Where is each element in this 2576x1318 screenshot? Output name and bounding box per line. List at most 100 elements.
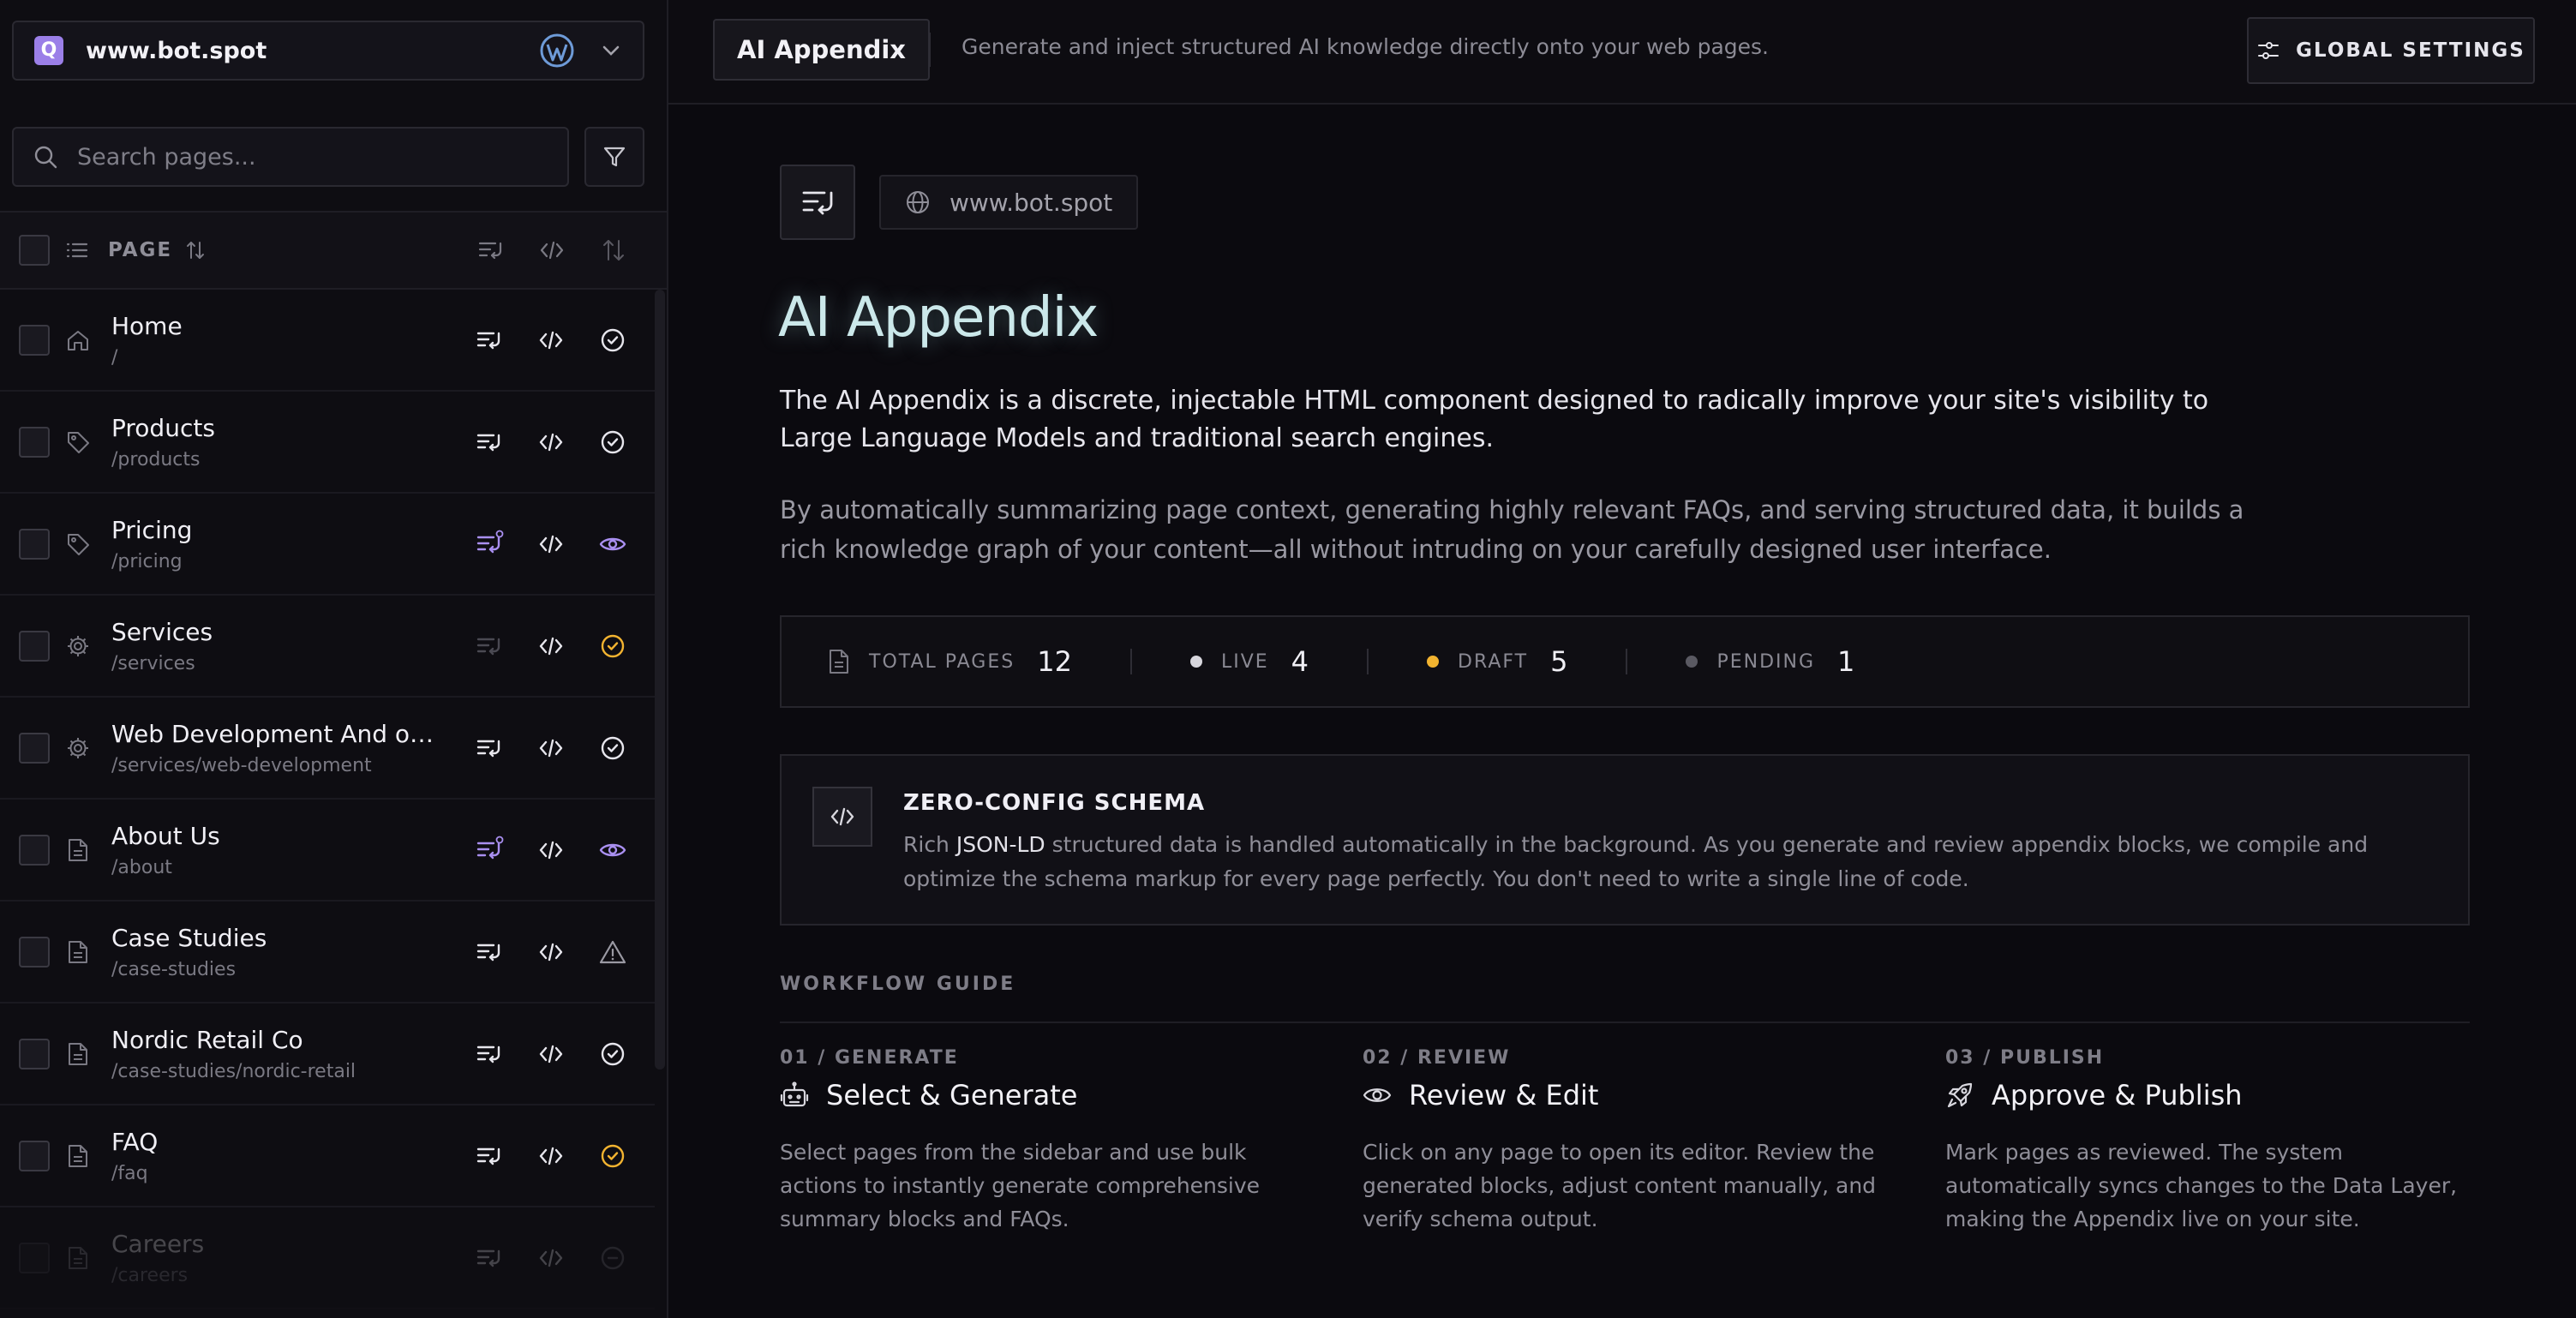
check-circle-icon[interactable] — [598, 428, 627, 457]
stat-total-value: 12 — [1037, 645, 1072, 678]
sidebar: Q www.bot.spot PAGE Home / Products/produc… — [0, 0, 668, 1318]
pending-circle-icon[interactable] — [598, 1243, 627, 1273]
rocket-icon — [1947, 1082, 1973, 1108]
code-icon[interactable] — [536, 326, 566, 355]
schema-body-pre: Rich — [903, 832, 956, 857]
code-icon[interactable] — [536, 938, 566, 967]
json-ld-highlight: JSON-LD — [956, 832, 1045, 857]
page-row-text: Careers/careers — [111, 1230, 437, 1286]
globe-icon — [907, 191, 929, 213]
appendix-icon[interactable] — [475, 530, 504, 559]
domain-badge: www.bot.spot — [879, 175, 1139, 230]
page-row[interactable]: Web Development And othe... /services/web… — [0, 698, 655, 800]
main-content: www.bot.spot AI Appendix The AI Appendix… — [668, 106, 2576, 1318]
sort-icon[interactable] — [184, 239, 207, 261]
page-row-checkbox[interactable] — [19, 1242, 50, 1273]
page-row-path: /case-studies — [111, 958, 237, 980]
page-row-path: /services/web-development — [111, 754, 372, 776]
global-settings-button[interactable]: GLOBAL SETTINGS — [2247, 17, 2535, 84]
code-column-icon[interactable] — [538, 237, 566, 264]
document-icon — [69, 1246, 87, 1269]
check-circle-icon[interactable] — [598, 1039, 627, 1069]
code-icon[interactable] — [536, 734, 566, 763]
stat-draft-label: DRAFT — [1458, 650, 1529, 673]
appendix-hero-icon — [780, 165, 855, 240]
wordpress-icon — [540, 33, 574, 68]
site-logo: Q — [34, 36, 63, 65]
draft-check-icon[interactable] — [598, 632, 627, 661]
page-row-checkbox[interactable] — [19, 426, 50, 458]
filter-button[interactable] — [584, 127, 644, 187]
eye-icon[interactable] — [598, 836, 627, 865]
page-row-checkbox[interactable] — [19, 528, 50, 560]
appendix-icon[interactable] — [475, 938, 504, 967]
appendix-icon[interactable] — [475, 326, 504, 355]
page-row-checkbox[interactable] — [19, 732, 50, 764]
page-row-checkbox[interactable] — [19, 324, 50, 356]
step-number: 03 / PUBLISH — [1945, 1047, 2105, 1069]
page-row-path: /faq — [111, 1162, 148, 1184]
appendix-icon[interactable] — [475, 734, 504, 763]
status-sort-icon[interactable] — [600, 237, 627, 264]
page-row[interactable]: FAQ/faq — [0, 1105, 655, 1207]
appendix-icon[interactable] — [475, 1243, 504, 1273]
draft-check-icon[interactable] — [598, 1141, 627, 1171]
code-icon[interactable] — [536, 632, 566, 661]
workflow-step-generate: 01 / GENERATE Select & Generate Select p… — [780, 1047, 1311, 1236]
appendix-column-icon[interactable] — [476, 237, 504, 264]
list-icon — [66, 243, 88, 258]
page-row-title: Web Development And othe... — [111, 719, 437, 748]
warning-icon[interactable] — [598, 938, 627, 967]
stats-bar: TOTAL PAGES 12 LIVE 4 DRAFT 5 PENDING 1 — [780, 615, 2470, 708]
tag-icon — [68, 533, 89, 555]
tab-ai-appendix[interactable]: AI Appendix — [713, 19, 931, 81]
page-row-checkbox[interactable] — [19, 936, 50, 968]
code-icon[interactable] — [536, 1243, 566, 1273]
page-row-actions — [475, 734, 627, 763]
search-input[interactable] — [77, 143, 548, 171]
appendix-icon[interactable] — [475, 632, 504, 661]
code-icon[interactable] — [536, 836, 566, 865]
page-row-checkbox[interactable] — [19, 630, 50, 662]
appendix-icon[interactable] — [475, 1039, 504, 1069]
page-row[interactable]: Nordic Retail Co/case-studies/nordic-ret… — [0, 1003, 655, 1105]
eye-icon[interactable] — [598, 530, 627, 559]
select-all-checkbox[interactable] — [19, 235, 50, 266]
appendix-icon[interactable] — [475, 1141, 504, 1171]
page-row[interactable]: Case Studies/case-studies — [0, 902, 655, 1003]
appendix-icon[interactable] — [475, 836, 504, 865]
check-circle-icon[interactable] — [598, 734, 627, 763]
page-row-checkbox[interactable] — [19, 834, 50, 866]
stat-live-value: 4 — [1291, 645, 1309, 678]
appendix-icon[interactable] — [475, 428, 504, 457]
document-icon — [69, 1042, 87, 1065]
document-icon — [69, 1144, 87, 1167]
chevron-down-icon[interactable] — [600, 39, 622, 62]
step-description: Select pages from the sidebar and use bu… — [780, 1140, 1261, 1231]
stat-pending-value: 1 — [1837, 645, 1855, 678]
page-row-text: Web Development And othe... /services/web… — [111, 720, 437, 776]
page-row-checkbox[interactable] — [19, 1038, 50, 1069]
check-circle-icon[interactable] — [598, 326, 627, 355]
page-list-scrollbar[interactable] — [655, 290, 665, 1069]
page-row[interactable]: Services/services — [0, 596, 655, 698]
page-row[interactable]: Pricing/pricing — [0, 494, 655, 596]
code-icon[interactable] — [536, 1141, 566, 1171]
code-icon[interactable] — [536, 428, 566, 457]
site-name: www.bot.spot — [86, 37, 267, 64]
page-row-actions — [475, 632, 627, 661]
page-row[interactable]: Products/products — [0, 392, 655, 494]
page-row-title: Products — [111, 413, 215, 442]
page-row[interactable]: Careers/careers — [0, 1207, 655, 1309]
code-icon[interactable] — [536, 1039, 566, 1069]
page-row[interactable]: About Us/about — [0, 800, 655, 902]
page-row[interactable]: Home / — [0, 290, 655, 392]
schema-body-post: structured data is handled automatically… — [903, 832, 2369, 891]
site-selector[interactable]: Q www.bot.spot — [12, 21, 644, 81]
code-icon[interactable] — [536, 530, 566, 559]
search-box — [12, 127, 569, 187]
stat-pending-label: PENDING — [1716, 650, 1816, 673]
page-row-path: /products — [111, 448, 201, 470]
document-icon — [69, 838, 87, 861]
page-row-checkbox[interactable] — [19, 1140, 50, 1171]
